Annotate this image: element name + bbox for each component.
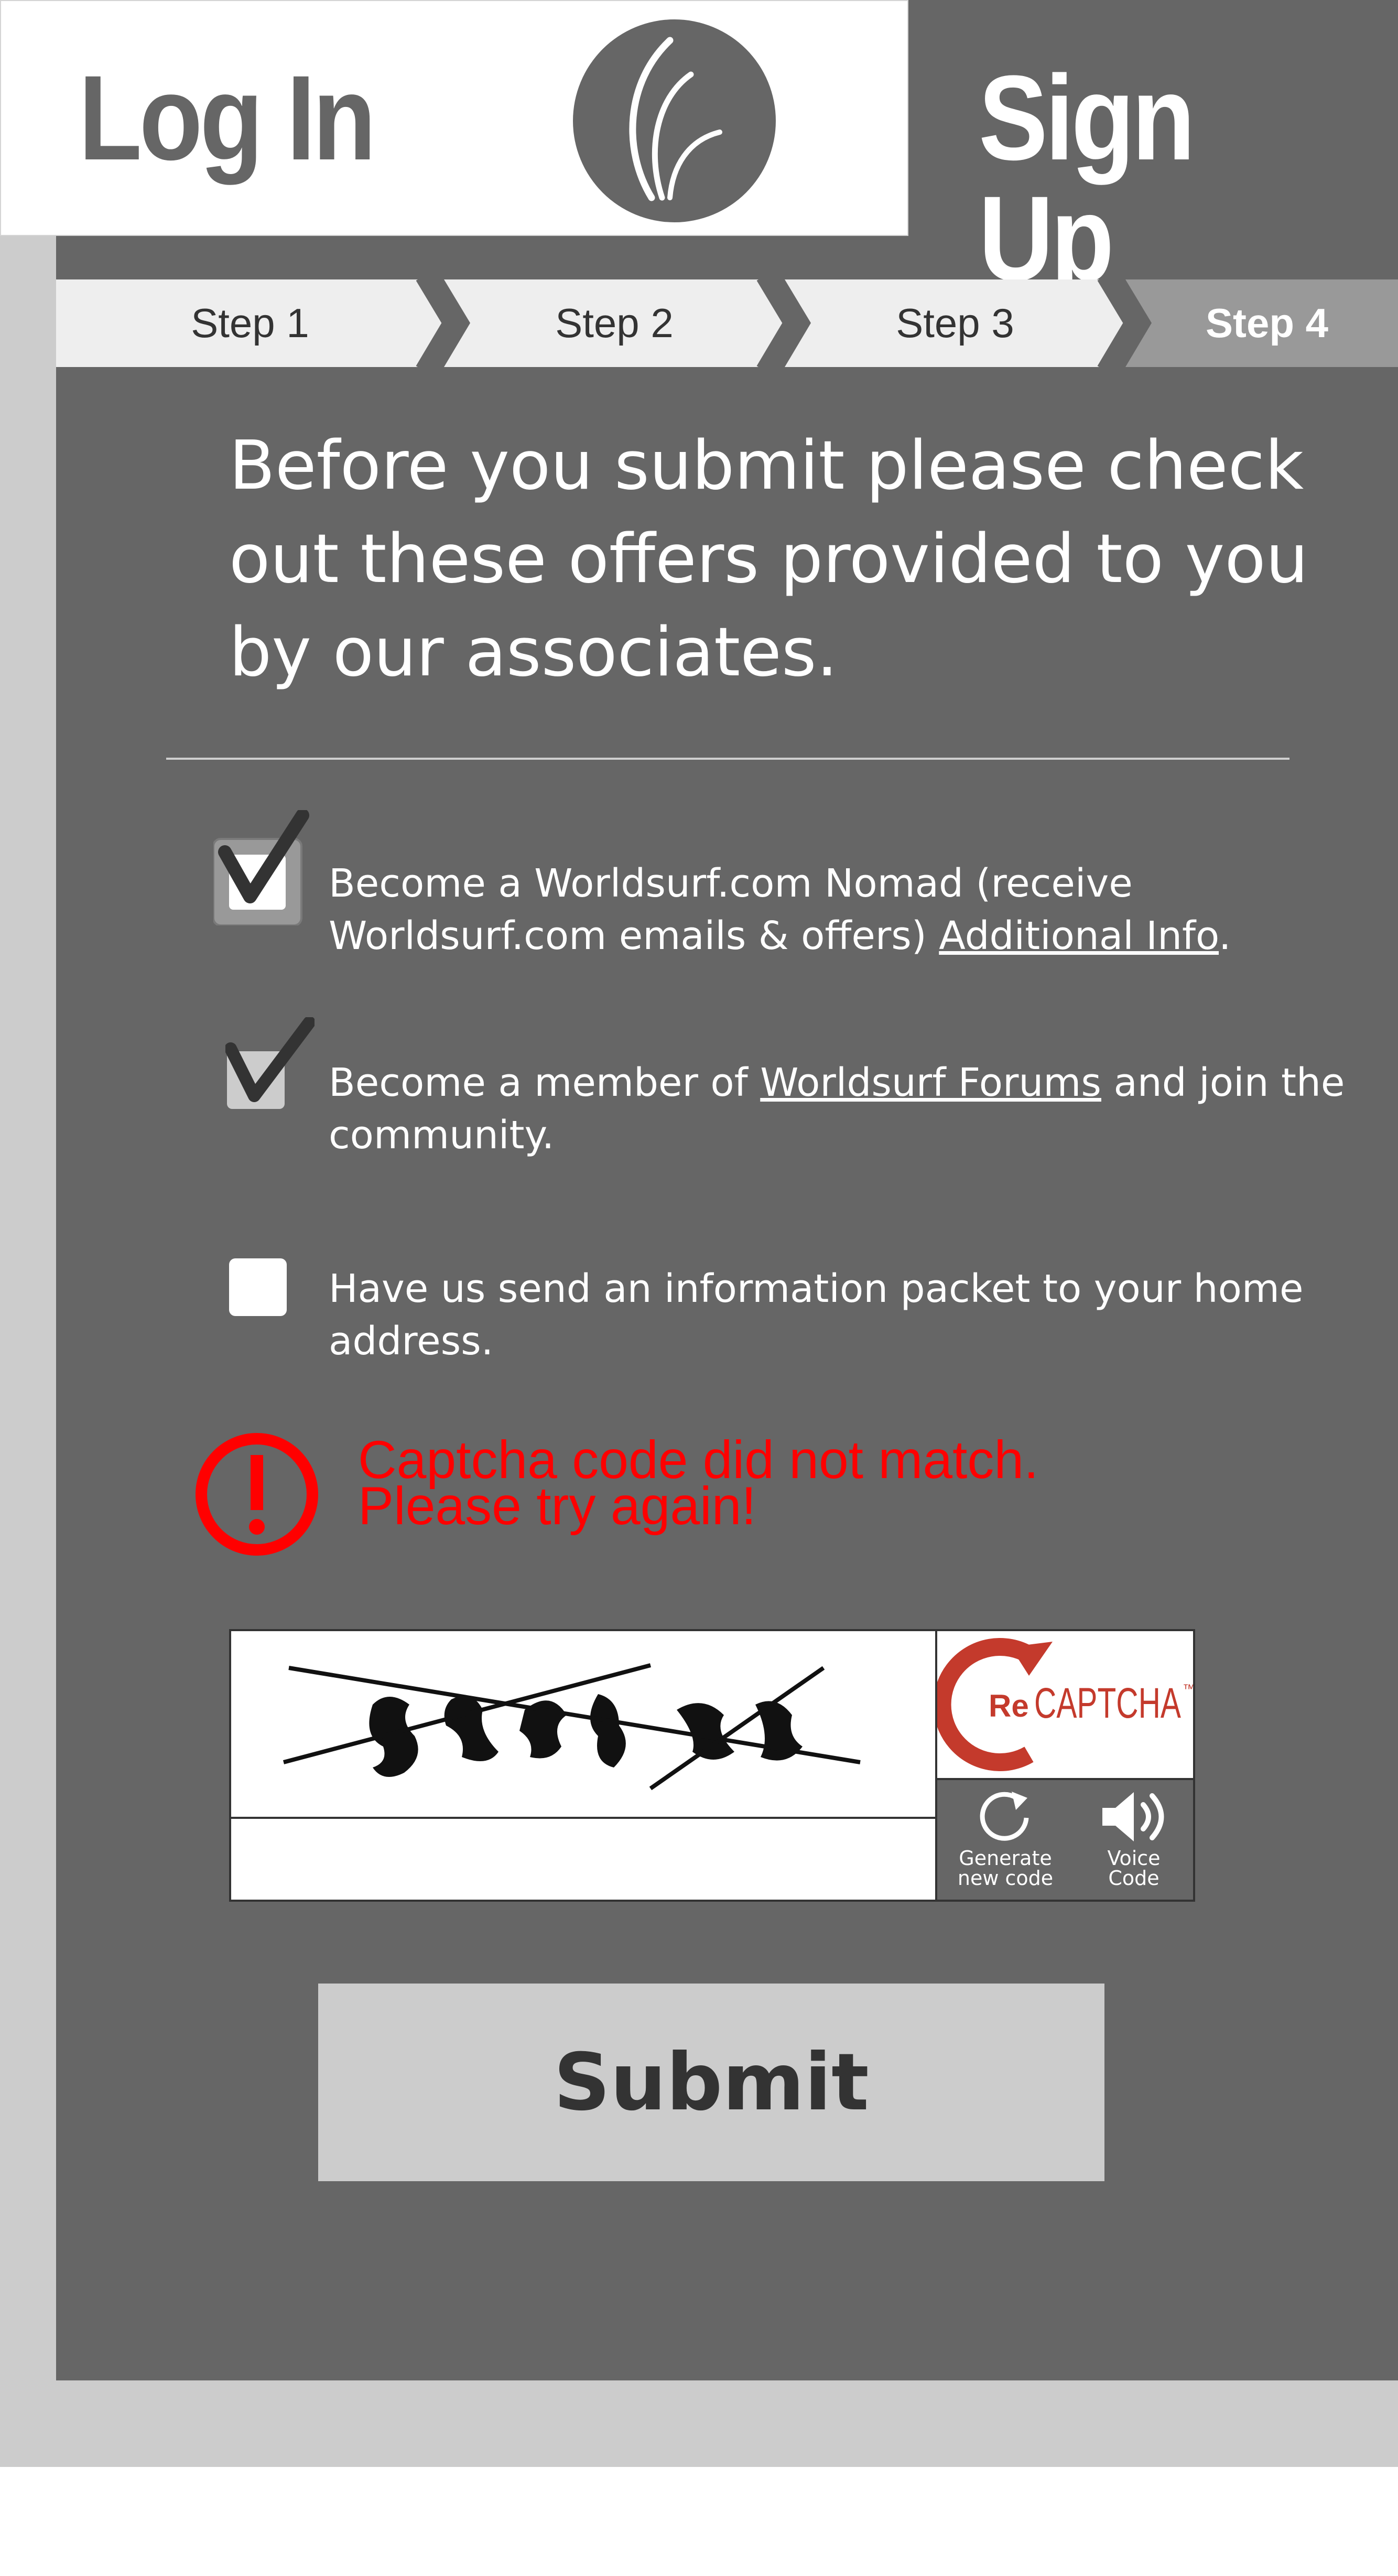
tab-signup-label[interactable]: Sign Up [979,58,1339,299]
worldsurf-logo-icon[interactable] [573,19,776,222]
forums-checkbox[interactable] [225,1017,315,1114]
step-1-label: Step 1 [191,300,309,346]
submit-button[interactable]: Submit [318,1984,1104,2181]
speaker-icon[interactable] [1097,1788,1171,1846]
additional-info-link[interactable]: Additional Info [939,913,1219,958]
step-3-label: Step 3 [896,300,1014,346]
captcha-response-input[interactable] [231,1817,935,1900]
refresh-icon[interactable] [974,1786,1037,1844]
option-nomad-text: Become a Worldsurf.com Nomad (receive Wo… [329,861,1231,958]
captcha-image [283,1663,861,1791]
captcha-error-message: Captcha code did not match. Please try a… [358,1433,1038,1536]
step-4-label-active: Step 4 [1205,300,1329,346]
captcha-controls: Generate new code Voice Code [937,1780,1193,1900]
recaptcha-logo-icon: Re CAPTCHA ™ [937,1631,1193,1778]
recaptcha-tm: ™ [1183,1682,1193,1696]
voice-code-button[interactable]: Voice Code [1087,1848,1181,1888]
offers-heading: Before you submit please check out these… [229,427,1308,692]
divider [166,758,1289,760]
worldsurf-forums-link[interactable]: Worldsurf Forums [760,1060,1101,1105]
option-forums-text: Become a member of Worldsurf Forums and … [329,1060,1345,1158]
recaptcha-prefix: Re [989,1688,1029,1723]
captcha-error-line-2: Please try again! [358,1476,756,1536]
recaptcha-brand-name: CAPTCHA [1034,1679,1181,1727]
option-info-packet-text: Have us send an information packet to yo… [329,1266,1304,1364]
step-2-label: Step 2 [555,300,674,346]
exclamation-circle-icon [196,1433,318,1556]
info-packet-checkbox[interactable] [229,1258,287,1316]
tab-login-label[interactable]: Log In [79,58,376,178]
generate-new-code-button[interactable]: Generate new code [953,1848,1058,1888]
step-progress-bar: Step 1 Step 2 Step 3 Step 4 [56,279,1398,367]
nomad-checkbox[interactable] [213,810,313,925]
